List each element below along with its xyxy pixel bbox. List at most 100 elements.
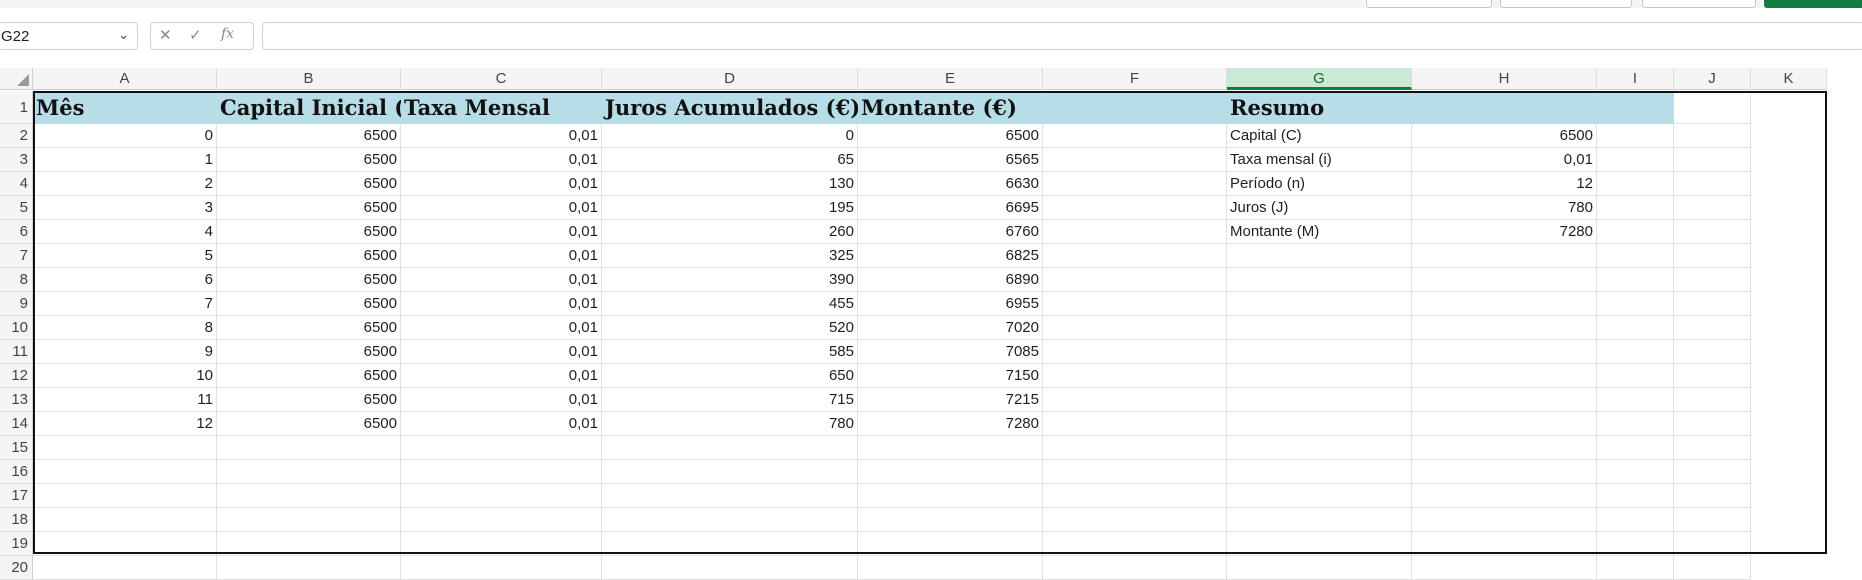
table-cell-montante[interactable]: 6955: [858, 292, 1043, 316]
table-cell-taxa[interactable]: 0,01: [401, 316, 602, 340]
table-cell-juros[interactable]: 0: [602, 124, 858, 148]
empty-cell[interactable]: [1674, 148, 1751, 172]
cancel-icon[interactable]: ✕: [159, 26, 172, 44]
table-cell-capital[interactable]: 6500: [217, 244, 401, 268]
empty-cell[interactable]: [1043, 268, 1227, 292]
table-cell-montante[interactable]: 6630: [858, 172, 1043, 196]
table-cell-montante[interactable]: 6890: [858, 268, 1043, 292]
empty-cell[interactable]: [1043, 532, 1227, 556]
empty-cell[interactable]: [1043, 196, 1227, 220]
empty-cell[interactable]: [33, 508, 217, 532]
row-header-17[interactable]: 17: [0, 484, 33, 508]
row-header-18[interactable]: 18: [0, 508, 33, 532]
table-cell-montante[interactable]: 7280: [858, 412, 1043, 436]
empty-cell[interactable]: [1674, 556, 1751, 580]
empty-cell[interactable]: [1412, 268, 1597, 292]
row-header-9[interactable]: 9: [0, 292, 33, 316]
table-cell-juros[interactable]: 260: [602, 220, 858, 244]
empty-cell[interactable]: [1412, 532, 1597, 556]
empty-cell[interactable]: [1597, 196, 1674, 220]
resumo-value-cell[interactable]: 7280: [1412, 220, 1597, 244]
resumo-value-cell[interactable]: 12: [1412, 172, 1597, 196]
empty-cell[interactable]: [1597, 556, 1674, 580]
name-box-value[interactable]: G22: [1, 28, 29, 45]
resumo-label-cell[interactable]: Período (n): [1227, 172, 1412, 196]
table-cell-montante[interactable]: 6760: [858, 220, 1043, 244]
empty-cell[interactable]: [1412, 460, 1597, 484]
table-cell-capital[interactable]: 6500: [217, 388, 401, 412]
column-header-h[interactable]: H: [1412, 68, 1597, 90]
empty-cell[interactable]: [1412, 508, 1597, 532]
table-cell-mes[interactable]: 11: [33, 388, 217, 412]
empty-cell[interactable]: [1412, 364, 1597, 388]
column-header-g[interactable]: G: [1227, 68, 1412, 90]
empty-cell[interactable]: [217, 436, 401, 460]
empty-cell[interactable]: [1227, 316, 1412, 340]
empty-cell[interactable]: [1043, 556, 1227, 580]
empty-cell[interactable]: [217, 556, 401, 580]
empty-cell[interactable]: [1227, 532, 1412, 556]
row-header-11[interactable]: 11: [0, 340, 33, 364]
resumo-label-cell[interactable]: Juros (J): [1227, 196, 1412, 220]
empty-cell[interactable]: [1597, 172, 1674, 196]
table-cell-taxa[interactable]: 0,01: [401, 148, 602, 172]
table-cell-taxa[interactable]: 0,01: [401, 196, 602, 220]
row-header-7[interactable]: 7: [0, 244, 33, 268]
empty-cell[interactable]: [1597, 412, 1674, 436]
empty-cell[interactable]: [1227, 268, 1412, 292]
empty-cell[interactable]: [401, 484, 602, 508]
table-cell-juros[interactable]: 390: [602, 268, 858, 292]
row-header-16[interactable]: 16: [0, 460, 33, 484]
column-header-d[interactable]: D: [602, 68, 858, 90]
empty-cell[interactable]: [1043, 124, 1227, 148]
table-cell-juros[interactable]: 715: [602, 388, 858, 412]
empty-cell[interactable]: [1412, 316, 1597, 340]
empty-cell[interactable]: [33, 532, 217, 556]
column-header-a[interactable]: A: [33, 68, 217, 90]
empty-cell[interactable]: [1043, 244, 1227, 268]
table-cell-capital[interactable]: 6500: [217, 292, 401, 316]
name-box[interactable]: G22 ⌄: [0, 22, 138, 50]
row-header-5[interactable]: 5: [0, 196, 33, 220]
formula-input[interactable]: [262, 22, 1862, 50]
empty-cell[interactable]: [1412, 244, 1597, 268]
empty-cell[interactable]: [1674, 196, 1751, 220]
table-cell-taxa[interactable]: 0,01: [401, 388, 602, 412]
empty-cell[interactable]: [1227, 484, 1412, 508]
header-cell-taxa-mensal[interactable]: Taxa Mensal: [401, 91, 602, 124]
empty-cell[interactable]: [1597, 244, 1674, 268]
resumo-label-cell[interactable]: Capital (C): [1227, 124, 1412, 148]
column-header-k[interactable]: K: [1751, 68, 1827, 90]
table-cell-mes[interactable]: 2: [33, 172, 217, 196]
table-cell-taxa[interactable]: 0,01: [401, 268, 602, 292]
empty-cell[interactable]: [1597, 364, 1674, 388]
empty-cell[interactable]: [1597, 508, 1674, 532]
table-cell-capital[interactable]: 6500: [217, 148, 401, 172]
empty-cell[interactable]: [858, 532, 1043, 556]
empty-cell[interactable]: [401, 532, 602, 556]
empty-cell[interactable]: [1597, 268, 1674, 292]
empty-cell[interactable]: [1412, 484, 1597, 508]
row-header-2[interactable]: 2: [0, 124, 33, 148]
row-header-4[interactable]: 4: [0, 172, 33, 196]
empty-cell[interactable]: [1043, 460, 1227, 484]
row-header-13[interactable]: 13: [0, 388, 33, 412]
table-cell-montante[interactable]: 6825: [858, 244, 1043, 268]
empty-cell[interactable]: [1412, 388, 1597, 412]
empty-cell[interactable]: [401, 508, 602, 532]
empty-cell[interactable]: [858, 436, 1043, 460]
empty-cell[interactable]: [33, 460, 217, 484]
empty-cell[interactable]: [1043, 148, 1227, 172]
header-cell-juros-acumulados[interactable]: Juros Acumulados (€): [602, 91, 858, 124]
empty-cell[interactable]: [1674, 532, 1751, 556]
empty-cell[interactable]: [1227, 412, 1412, 436]
header-cell-montante[interactable]: Montante (€): [858, 91, 1043, 124]
empty-cell[interactable]: [1412, 412, 1597, 436]
row-header-8[interactable]: 8: [0, 268, 33, 292]
table-cell-montante[interactable]: 6565: [858, 148, 1043, 172]
table-cell-capital[interactable]: 6500: [217, 172, 401, 196]
select-all-corner[interactable]: [0, 68, 33, 90]
resumo-label-cell[interactable]: Taxa mensal (i): [1227, 148, 1412, 172]
table-cell-mes[interactable]: 5: [33, 244, 217, 268]
table-cell-mes[interactable]: 9: [33, 340, 217, 364]
